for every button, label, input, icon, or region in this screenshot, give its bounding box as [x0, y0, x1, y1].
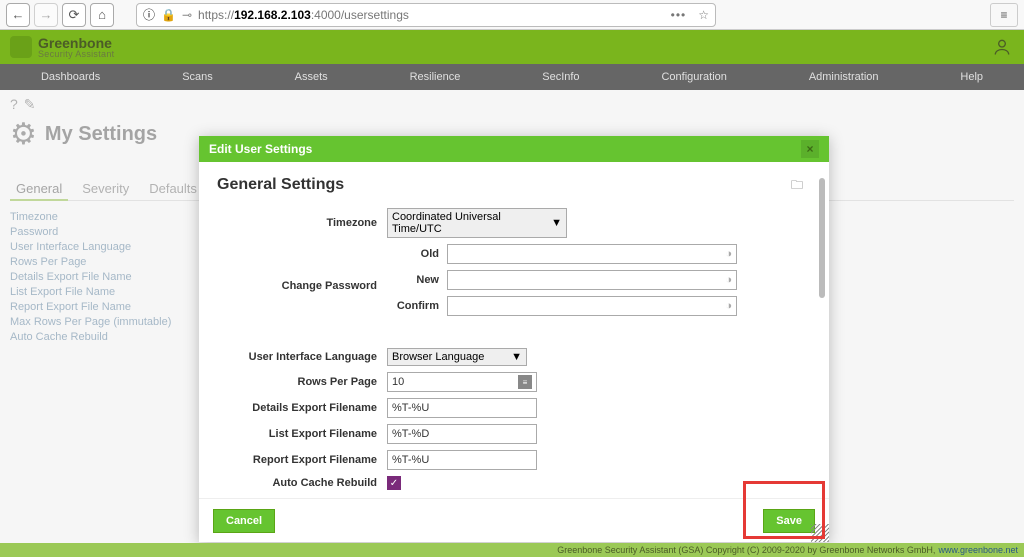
rows-per-page-input[interactable]: 10≡ [387, 372, 537, 392]
confirm-password-input[interactable]: ◑ [447, 296, 737, 316]
label-list-fn: List Export Filename [217, 428, 387, 440]
folder-icon[interactable]: 🗀 [791, 176, 803, 197]
home-button[interactable]: ⌂ [90, 3, 114, 27]
scrollbar[interactable] [819, 178, 825, 298]
nav-dashboards[interactable]: Dashboards [41, 71, 100, 83]
chevron-down-icon: ▼ [511, 351, 522, 363]
forward-button[interactable]: → [34, 3, 58, 27]
label-details-fn: Details Export Filename [217, 402, 387, 414]
cancel-button[interactable]: Cancel [213, 509, 275, 533]
nav-resilience[interactable]: Resilience [410, 71, 461, 83]
nav-help[interactable]: Help [960, 71, 983, 83]
nav-scans[interactable]: Scans [182, 71, 213, 83]
auto-cache-checkbox[interactable]: ✓ [387, 476, 401, 490]
profile-icon[interactable] [990, 35, 1014, 59]
nav-administration[interactable]: Administration [809, 71, 879, 83]
logo[interactable]: Greenbone Security Assistant [10, 36, 114, 59]
app-footer: Greenbone Security Assistant (GSA) Copyr… [0, 543, 1024, 557]
label-confirm: Confirm [387, 300, 447, 312]
lock-icon: 🔒 [161, 8, 176, 22]
brand-line2: Security Assistant [38, 50, 114, 59]
new-password-input[interactable]: ◑ [447, 270, 737, 290]
timezone-select[interactable]: Coordinated Universal Time/UTC▼ [387, 208, 567, 238]
close-icon[interactable]: × [801, 140, 819, 158]
dialog-body: General Settings 🗀 Timezone Coordinated … [199, 162, 829, 498]
label-timezone: Timezone [217, 217, 387, 229]
footer-text: Greenbone Security Assistant (GSA) Copyr… [557, 545, 935, 555]
label-auto-cache: Auto Cache Rebuild [217, 477, 387, 489]
number-stepper-icon[interactable]: ≡ [518, 375, 532, 389]
bookmark-icon[interactable]: ☆ [698, 8, 709, 22]
reveal-icon[interactable]: ◑ [725, 300, 732, 312]
greenbone-icon [10, 36, 32, 58]
label-report-fn: Report Export Filename [217, 454, 387, 466]
details-export-filename-input[interactable]: %T-%U [387, 398, 537, 418]
label-ui-lang: User Interface Language [217, 351, 387, 363]
dialog-title: Edit User Settings [209, 142, 312, 156]
reveal-icon[interactable]: ◑ [725, 274, 732, 286]
label-change-password: Change Password [217, 280, 387, 292]
dialog-footer: Cancel Save [199, 498, 829, 542]
old-password-input[interactable]: ◑ [447, 244, 737, 264]
url-text: https://192.168.2.103:4000/usersettings [198, 8, 409, 22]
chevron-down-icon: ▼ [551, 217, 562, 229]
list-export-filename-input[interactable]: %T-%D [387, 424, 537, 444]
reveal-icon[interactable]: ◑ [725, 248, 732, 260]
footer-link[interactable]: www.greenbone.net [938, 545, 1018, 555]
label-new: New [387, 274, 447, 286]
section-heading: General Settings [217, 176, 811, 194]
reload-button[interactable]: ⟳ [62, 3, 86, 27]
ui-language-select[interactable]: Browser Language▼ [387, 348, 527, 366]
main-nav: Dashboards Scans Assets Resilience SecIn… [0, 64, 1024, 90]
edit-settings-dialog: Edit User Settings × General Settings 🗀 … [199, 136, 829, 542]
url-bar[interactable]: ⓘ 🔒 ⊸ https://192.168.2.103:4000/userset… [136, 3, 716, 27]
nav-secinfo[interactable]: SecInfo [542, 71, 579, 83]
info-icon: ⓘ [143, 6, 155, 23]
nav-assets[interactable]: Assets [295, 71, 328, 83]
hamburger-menu[interactable]: ≡ [990, 3, 1018, 27]
report-export-filename-input[interactable]: %T-%U [387, 450, 537, 470]
back-button[interactable]: ← [6, 3, 30, 27]
page-actions[interactable]: ••• [671, 8, 687, 22]
key-icon: ⊸ [182, 8, 192, 22]
label-rows: Rows Per Page [217, 376, 387, 388]
label-old: Old [387, 248, 447, 260]
nav-configuration[interactable]: Configuration [661, 71, 726, 83]
dialog-header: Edit User Settings × [199, 136, 829, 162]
app-header: Greenbone Security Assistant [0, 30, 1024, 64]
browser-toolbar: ← → ⟳ ⌂ ⓘ 🔒 ⊸ https://192.168.2.103:4000… [0, 0, 1024, 30]
brand-line1: Greenbone [38, 36, 114, 50]
highlight-annotation [743, 481, 825, 539]
